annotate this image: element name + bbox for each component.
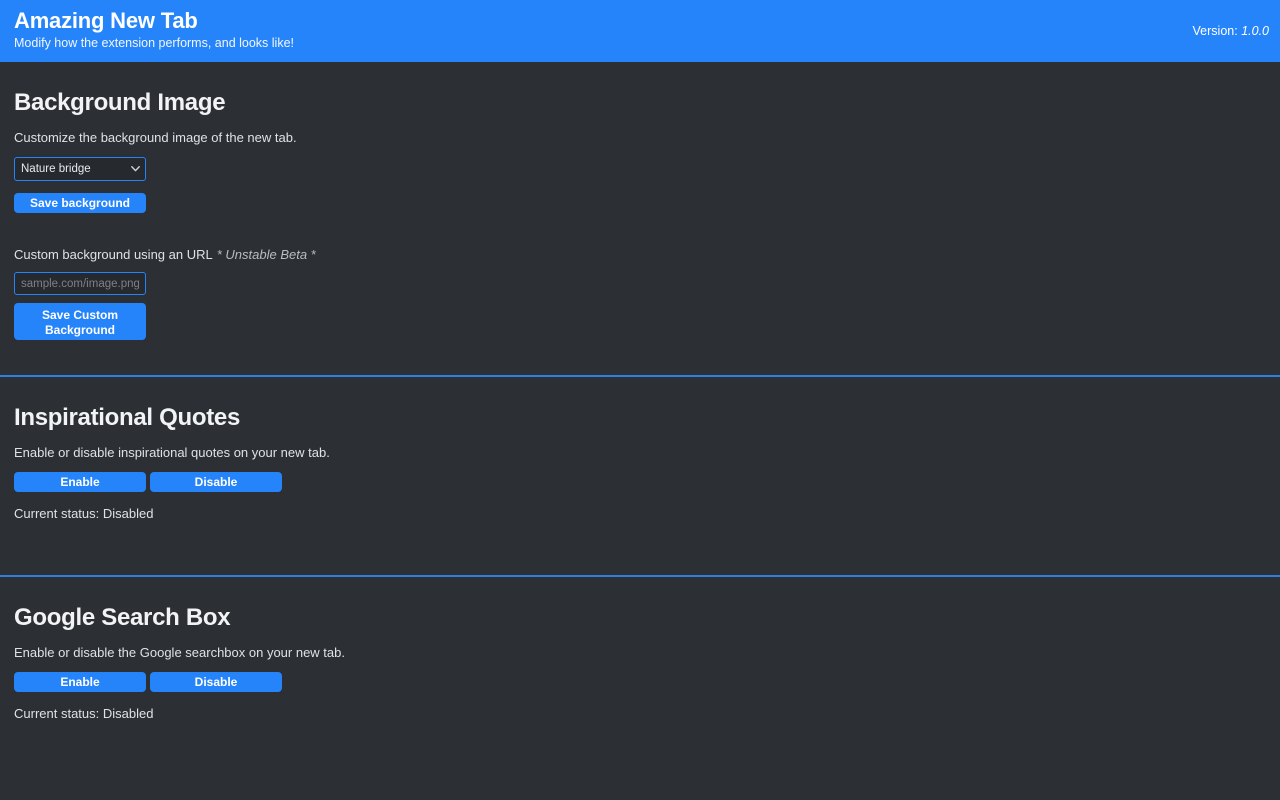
version-number: 1.0.0	[1241, 24, 1269, 38]
background-image-select-value: Nature bridge	[21, 163, 91, 175]
save-custom-background-button[interactable]: Save Custom Background	[14, 303, 146, 340]
version-indicator: Version: 1.0.0	[1193, 24, 1269, 38]
background-image-description: Customize the background image of the ne…	[14, 130, 297, 145]
google-search-box-disable-button[interactable]: Disable	[150, 672, 282, 692]
inspirational-quotes-toggle-row: Enable Disable	[14, 472, 1266, 492]
custom-background-url-label-text: Custom background using an URL	[14, 247, 213, 262]
section-inspirational-quotes: Inspirational Quotes Enable or disable i…	[0, 377, 1280, 575]
section-google-search-box: Google Search Box Enable or disable the …	[0, 577, 1280, 740]
inspirational-quotes-description: Enable or disable inspirational quotes o…	[14, 445, 330, 460]
google-search-box-enable-button[interactable]: Enable	[14, 672, 146, 692]
google-search-box-heading: Google Search Box	[14, 604, 231, 631]
inspirational-quotes-enable-button[interactable]: Enable	[14, 472, 146, 492]
version-label: Version:	[1192, 24, 1238, 38]
inspirational-quotes-disable-button[interactable]: Disable	[150, 472, 282, 492]
custom-background-url-input[interactable]	[14, 272, 146, 295]
chevron-down-icon	[131, 158, 140, 180]
page-title: Amazing New Tab	[14, 8, 198, 33]
google-search-box-status: Current status: Disabled	[14, 706, 154, 721]
custom-background-beta-note: * Unstable Beta *	[216, 247, 316, 262]
inspirational-quotes-heading: Inspirational Quotes	[14, 404, 241, 431]
options-page-body: Background Image Customize the backgroun…	[0, 62, 1280, 740]
background-image-heading: Background Image	[14, 89, 226, 116]
section-background-image: Background Image Customize the backgroun…	[0, 62, 1280, 375]
background-image-select[interactable]: Nature bridge	[14, 157, 146, 181]
google-search-box-description: Enable or disable the Google searchbox o…	[14, 645, 345, 660]
google-search-box-toggle-row: Enable Disable	[14, 672, 1266, 692]
custom-background-url-label: Custom background using an URL * Unstable…	[14, 246, 1266, 263]
app-header: Amazing New Tab Modify how the extension…	[0, 0, 1280, 62]
page-subtitle: Modify how the extension performs, and l…	[14, 36, 294, 50]
inspirational-quotes-status: Current status: Disabled	[14, 506, 154, 521]
save-background-button[interactable]: Save background	[14, 193, 146, 213]
